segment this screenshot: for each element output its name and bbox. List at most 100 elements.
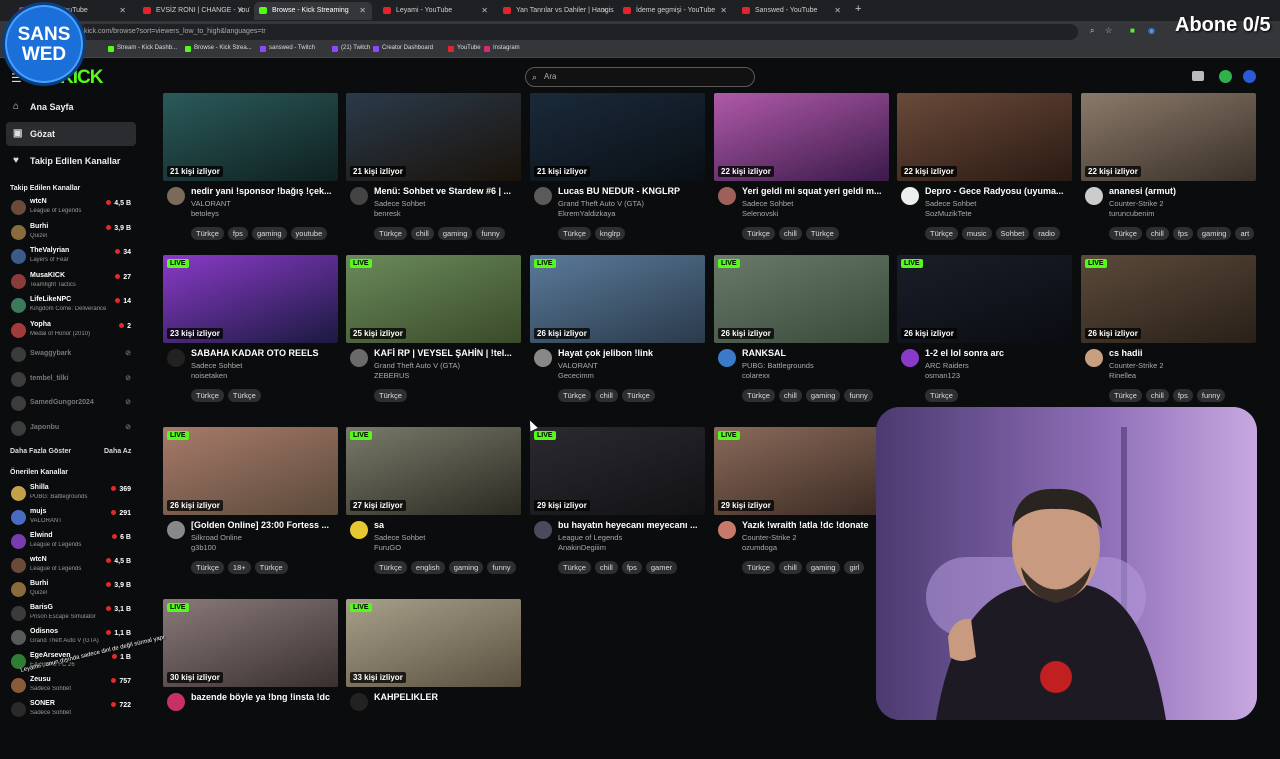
- zoom-icon[interactable]: ⌕: [1090, 26, 1094, 36]
- stream-category[interactable]: ARC Raiders: [925, 361, 969, 370]
- streamer-avatar[interactable]: [1085, 349, 1103, 367]
- stream-thumbnail[interactable]: LIVE 23 kişi izliyor: [163, 255, 338, 343]
- tag-pill[interactable]: funny: [1196, 389, 1226, 402]
- stream-title[interactable]: Yeri geldi mi squat yeri geldi m...: [742, 186, 888, 196]
- tag-pill[interactable]: funny: [487, 561, 516, 574]
- stream-card[interactable]: 21 kişi izliyor Menü: Sohbet ve Stardew #…: [346, 93, 521, 253]
- streamer-avatar[interactable]: [901, 349, 919, 367]
- streamer-avatar[interactable]: [901, 187, 919, 205]
- streamer-avatar[interactable]: [350, 521, 368, 539]
- tag-pill[interactable]: chill: [778, 227, 802, 240]
- stream-card[interactable]: LIVE 23 kişi izliyor SABAHA KADAR OTO REEL…: [163, 255, 338, 415]
- stream-category[interactable]: Counter-Strike 2: [1109, 199, 1164, 208]
- tag-pill[interactable]: music: [961, 227, 992, 240]
- tag-pill[interactable]: Türkçe: [742, 561, 775, 574]
- tag-pill[interactable]: fps: [227, 227, 248, 240]
- close-icon[interactable]: ✕: [601, 2, 608, 20]
- stream-thumbnail[interactable]: LIVE 26 kişi izliyor: [1081, 255, 1256, 343]
- stream-category[interactable]: Sadece Sohbet: [191, 361, 242, 370]
- stream-category[interactable]: Sadece Sohbet: [374, 199, 425, 208]
- tag-pill[interactable]: funny: [844, 389, 873, 402]
- tag-pill[interactable]: art: [1235, 227, 1255, 240]
- followed-channel[interactable]: TheValyrian Layers of Fear 34: [8, 246, 136, 270]
- user-avatar[interactable]: [1243, 70, 1256, 83]
- streamer-avatar[interactable]: [1085, 187, 1103, 205]
- stream-title[interactable]: ananesi (armut): [1109, 186, 1255, 196]
- streamer-name[interactable]: turuncubenim: [1109, 209, 1154, 218]
- streamer-avatar[interactable]: [167, 187, 185, 205]
- followed-channel[interactable]: Swaggybark ⊘: [8, 344, 136, 368]
- stream-category[interactable]: VALORANT: [558, 361, 598, 370]
- sidebar-nav-item[interactable]: ▣ Gözat: [6, 122, 136, 146]
- tag-pill[interactable]: gaming: [448, 561, 484, 574]
- tag-pill[interactable]: funny: [476, 227, 505, 240]
- tag-pill[interactable]: chill: [1145, 389, 1169, 402]
- bookmark[interactable]: YouTube: [448, 45, 481, 52]
- streamer-avatar[interactable]: [167, 349, 185, 367]
- close-icon[interactable]: ✕: [237, 2, 244, 20]
- stream-category[interactable]: Grand Theft Auto V (GTA): [558, 199, 644, 208]
- stream-card[interactable]: LIVE 29 kişi izliyor bu hayatın heyecanı m…: [530, 427, 705, 587]
- streamer-name[interactable]: EkremYaldizkaya: [558, 209, 615, 218]
- bookmark[interactable]: Instagram: [484, 45, 520, 52]
- streamer-name[interactable]: ozumdoga: [742, 543, 777, 552]
- browser-tab[interactable]: EVSİZ RONI | CHANGE - YouTub✕: [138, 2, 250, 20]
- browser-tab[interactable]: Sanswed - YouTube ✕: [737, 2, 847, 20]
- sidebar-nav-item[interactable]: ♥ Takip Edilen Kanallar: [6, 149, 136, 173]
- browser-tab[interactable]: Yan Tanrılar vs Dahiler | Hangis ✕: [498, 2, 614, 20]
- streamer-avatar[interactable]: [350, 187, 368, 205]
- recommended-channel[interactable]: wtcN League of Legends 4,5 B: [8, 555, 136, 579]
- stream-thumbnail[interactable]: LIVE 26 kişi izliyor: [714, 255, 889, 343]
- bookmark[interactable]: Stream - Kick Dashb...: [108, 45, 177, 52]
- browser-tab[interactable]: Browse - Kick Streaming ✕: [254, 2, 372, 20]
- streamer-avatar[interactable]: [167, 521, 185, 539]
- stream-category[interactable]: Grand Theft Auto V (GTA): [374, 361, 460, 370]
- url-field[interactable]: kick.com/browse?sort=viewers_low_to_high…: [78, 24, 1078, 40]
- tv-icon[interactable]: [1192, 71, 1204, 81]
- stream-card[interactable]: 22 kişi izliyor ananesi (armut) Counter-St…: [1081, 93, 1256, 253]
- streamer-name[interactable]: osman123: [925, 371, 960, 380]
- tag-pill[interactable]: chill: [594, 561, 618, 574]
- tag-pill[interactable]: Türkçe: [925, 389, 958, 402]
- browser-tab[interactable]: İdeme gegmişi - YouTube ✕: [618, 2, 733, 20]
- recommended-channel[interactable]: Shilla PUBG: Battlegrounds 369: [8, 483, 136, 507]
- close-icon[interactable]: ✕: [834, 2, 841, 20]
- followed-channel[interactable]: SamedGungor2024 ⊘: [8, 393, 136, 417]
- stream-title[interactable]: KAHPELIKLER: [374, 692, 520, 702]
- close-icon[interactable]: ✕: [359, 2, 366, 20]
- stream-thumbnail[interactable]: 21 kişi izliyor: [163, 93, 338, 181]
- stream-card[interactable]: LIVE 30 kişi izliyor bazende böyle ya !bng…: [163, 599, 338, 759]
- stream-card[interactable]: LIVE 26 kişi izliyor 1-2 el lol sonra arc A…: [897, 255, 1072, 415]
- tag-pill[interactable]: Türkçe: [742, 227, 775, 240]
- tag-pill[interactable]: fps: [621, 561, 642, 574]
- tag-pill[interactable]: radio: [1033, 227, 1060, 240]
- stream-thumbnail[interactable]: 22 kişi izliyor: [714, 93, 889, 181]
- streamer-name[interactable]: Rinellea: [1109, 371, 1136, 380]
- extension-icon[interactable]: ■: [1130, 26, 1135, 35]
- stream-card[interactable]: LIVE 26 kişi izliyor [Golden Online] 23:00…: [163, 427, 338, 587]
- followed-channel[interactable]: Yopha Medal of Honor (2010) 2: [8, 320, 136, 344]
- stream-title[interactable]: Menü: Sohbet ve Stardew #6 | ...: [374, 186, 520, 196]
- tag-pill[interactable]: gamer: [645, 561, 678, 574]
- tag-pill[interactable]: Türkçe: [374, 561, 407, 574]
- recommended-channel[interactable]: Burhi Quizel 3,9 B: [8, 579, 136, 603]
- streamer-avatar[interactable]: [350, 349, 368, 367]
- stream-title[interactable]: RANKSAL: [742, 348, 888, 358]
- stream-thumbnail[interactable]: 21 kişi izliyor: [530, 93, 705, 181]
- stream-thumbnail[interactable]: 21 kişi izliyor: [346, 93, 521, 181]
- streamer-name[interactable]: FuruGO: [374, 543, 401, 552]
- tag-pill[interactable]: Türkçe: [742, 389, 775, 402]
- streamer-avatar[interactable]: [718, 521, 736, 539]
- streamer-name[interactable]: noisetaken: [191, 371, 227, 380]
- streamer-name[interactable]: ZEBERUS: [374, 371, 409, 380]
- tag-pill[interactable]: english: [410, 561, 445, 574]
- stream-title[interactable]: nedir yani !sponsor !bağış !çek...: [191, 186, 337, 196]
- stream-card[interactable]: 22 kişi izliyor Depro - Gece Radyosu (uyu…: [897, 93, 1072, 253]
- tag-pill[interactable]: chill: [410, 227, 434, 240]
- tag-pill[interactable]: gaming: [805, 389, 841, 402]
- stream-thumbnail[interactable]: LIVE 26 kişi izliyor: [897, 255, 1072, 343]
- tag-pill[interactable]: Türkçe: [805, 227, 839, 240]
- streamer-avatar[interactable]: [534, 521, 552, 539]
- stream-category[interactable]: Sadece Sohbet: [742, 199, 793, 208]
- tag-pill[interactable]: girl: [844, 561, 865, 574]
